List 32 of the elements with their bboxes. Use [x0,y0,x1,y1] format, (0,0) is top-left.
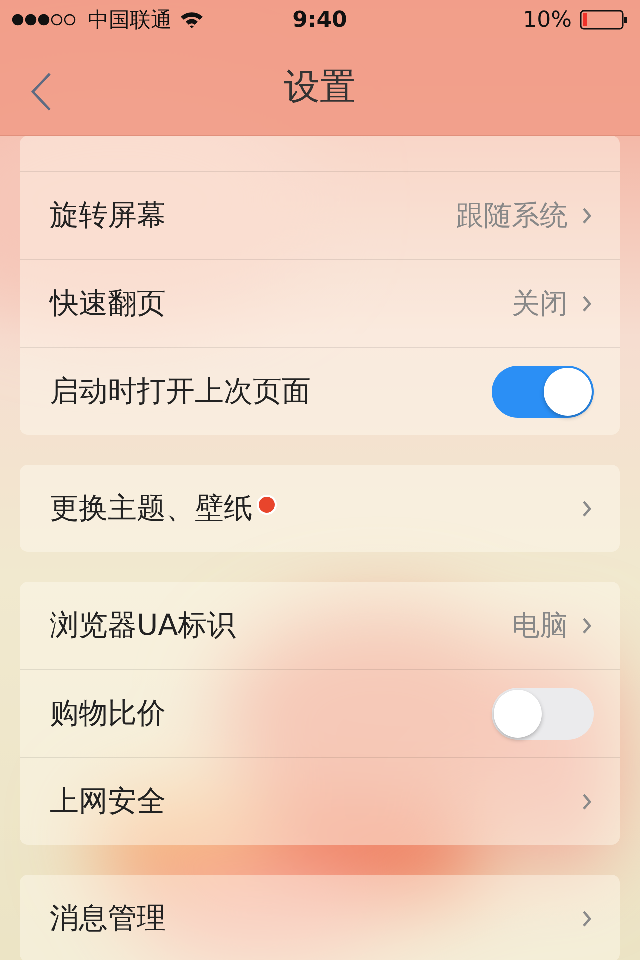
back-icon[interactable] [30,72,52,112]
chevron-icon [582,616,592,634]
settings-row[interactable]: 购物比价 [20,670,620,758]
row-label: 快速翻页 [50,284,166,322]
chevron-icon [582,500,592,518]
row-value: 跟随系统 [456,198,568,234]
settings-row[interactable]: 更换主题、壁纸 [20,465,620,552]
row-value: 电脑 [512,608,568,644]
wifi-icon [180,11,204,29]
battery-percent: 10% [523,8,572,32]
carrier-name: 中国联通 [88,7,172,34]
row-value: 关闭 [512,286,568,322]
row-label: 启动时打开上次页面 [50,372,311,410]
row-label: 旋转屏幕 [50,196,166,234]
settings-row[interactable]: 浏览器UA标识 电脑 [20,582,620,670]
page-title: 设置 [284,66,356,110]
settings-row[interactable]: 快速翻页 关闭 [20,260,620,348]
row-label: 上网安全 [50,782,166,820]
clock-time: 9:40 [292,8,348,32]
settings-row[interactable]: 启动时打开上次页面 [20,348,620,435]
row-label: 更换主题、壁纸 [50,490,253,526]
chevron-icon [582,792,592,810]
row-label: 浏览器UA标识 [50,606,236,644]
chevron-icon [582,206,592,224]
settings-row[interactable]: 旋转屏幕 跟随系统 [20,172,620,260]
row-label: 购物比价 [50,694,166,732]
chevron-icon [582,294,592,312]
row-label: 消息管理 [50,900,166,936]
settings-row[interactable]: 消息管理 [20,875,620,960]
battery-icon [580,10,628,30]
settings-row[interactable]: 上网安全 [20,758,620,845]
chevron-icon [582,910,592,928]
